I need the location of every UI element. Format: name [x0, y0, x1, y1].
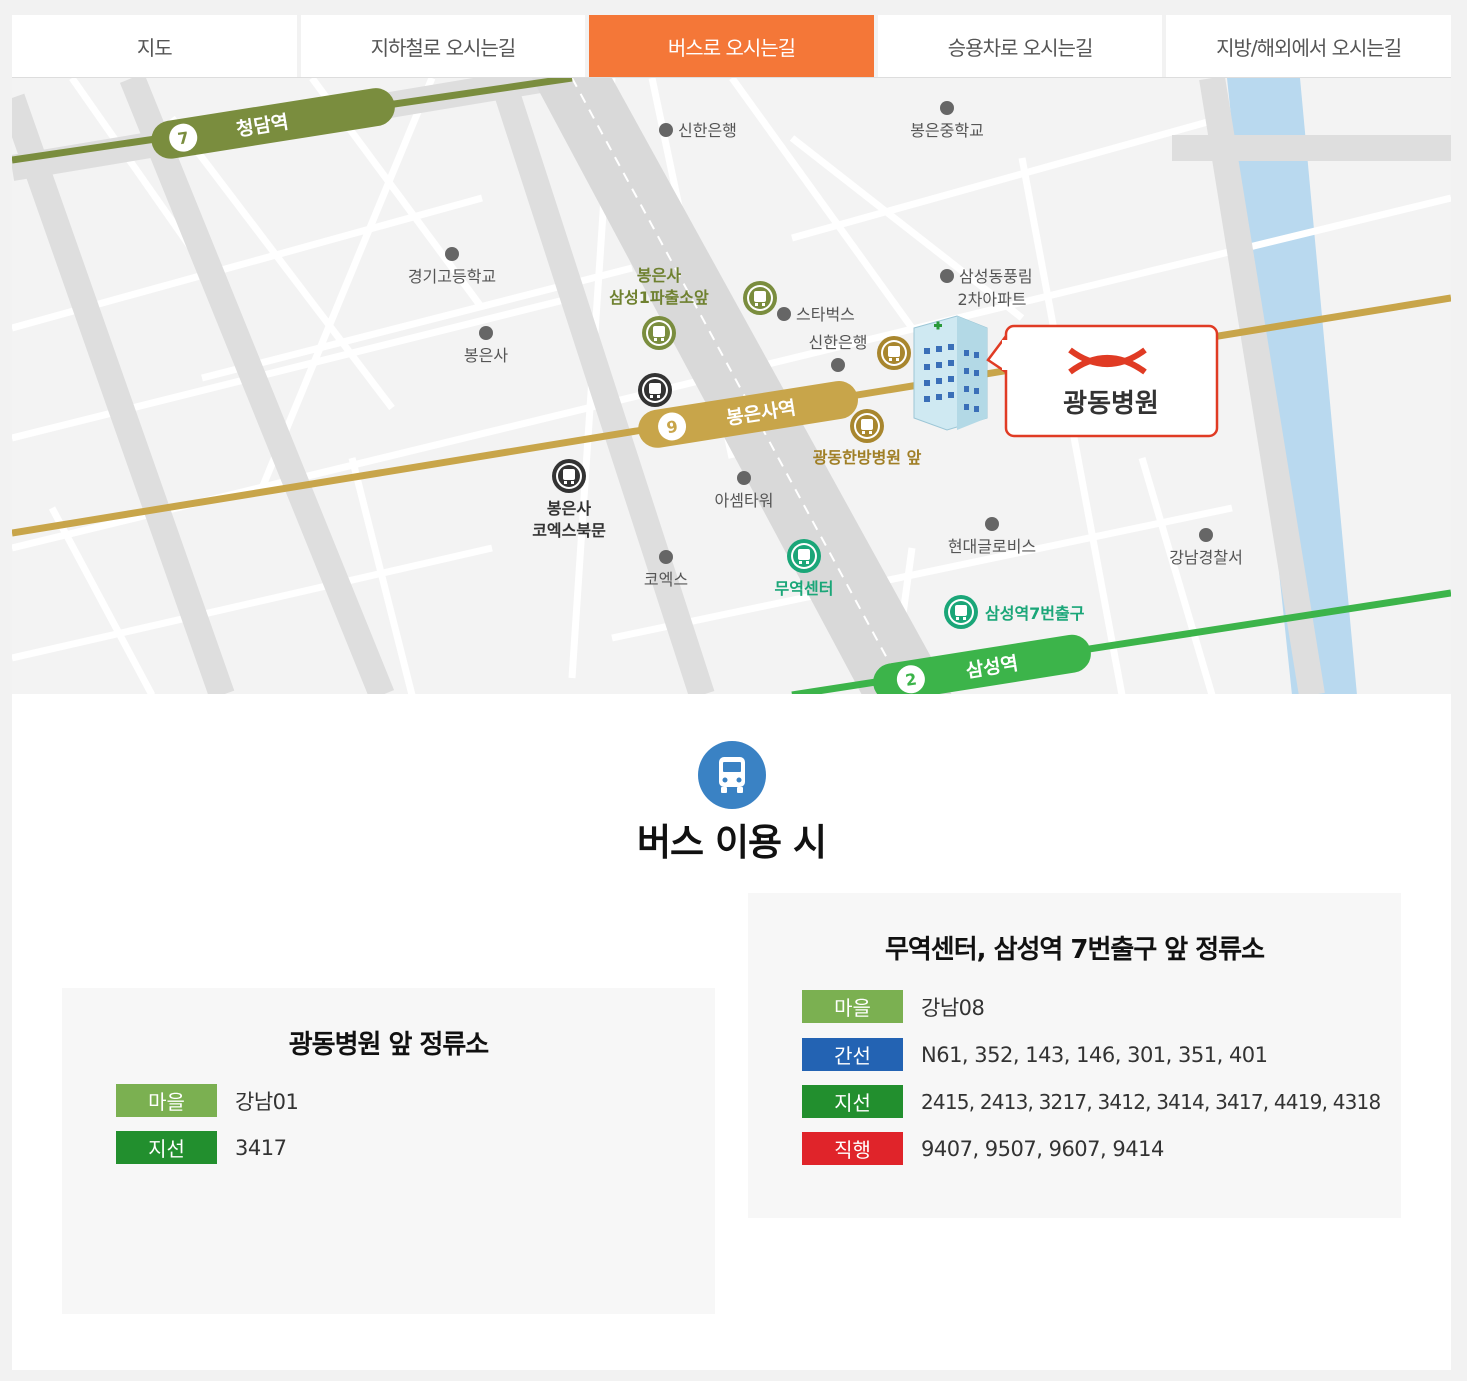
bus-stop-label: 무역센터 — [775, 579, 834, 598]
bus-stop-icon[interactable] — [642, 316, 676, 350]
poi-hyundai: 현대글로비스 — [948, 537, 1036, 556]
route-row: 지선 3417 — [116, 1131, 287, 1164]
hospital-callout[interactable]: 광동병원 — [986, 324, 1219, 438]
card-title: 광동병원 앞 정류소 — [288, 1030, 489, 1060]
route-numbers: 강남08 — [921, 995, 985, 1020]
hospital-building-icon — [913, 315, 988, 431]
tab-regional-overseas[interactable]: 지방/해외에서 오시는길 — [1166, 15, 1451, 77]
bus-icon — [698, 741, 766, 809]
bus-stop-label: 코엑스북문 — [532, 521, 606, 540]
poi-bongeunsa: 봉은사 — [464, 346, 508, 365]
bus-stop-label: 봉은사 — [547, 499, 591, 518]
poi-apartment-line1: 삼성동풍림 — [959, 267, 1033, 286]
route-numbers: 강남01 — [235, 1089, 299, 1114]
bus-stop-label: 삼성1파출소앞 — [609, 288, 709, 307]
poi-police: 강남경찰서 — [1169, 548, 1243, 567]
route-numbers: N61, 352, 143, 146, 301, 351, 401 — [921, 1042, 1268, 1067]
tab-subway[interactable]: 지하철로 오시는길 — [300, 15, 586, 77]
bus-stop-icon[interactable] — [877, 336, 911, 370]
bus-stop-label: 삼성역7번출구 — [985, 604, 1085, 623]
poi-gyeonggi-high: 경기고등학교 — [408, 267, 496, 286]
bus-stop-label: 광동한방병원 앞 — [813, 448, 922, 467]
route-type-badge: 직행 — [802, 1132, 903, 1165]
bus-stop-card-trade-center: 무역센터, 삼성역 7번출구 앞 정류소 마을 강남08 간선 N61, 352… — [748, 893, 1401, 1218]
route-type-badge: 간선 — [802, 1038, 903, 1071]
bus-stop-icon[interactable] — [552, 459, 586, 493]
tab-map[interactable]: 지도 — [12, 15, 297, 77]
route-numbers: 9407, 9507, 9607, 9414 — [921, 1136, 1164, 1161]
map-canvas: 7 청담역 9 봉은사역 2 삼성역 신한은행 봉은중학교 경기고등학교 봉은사… — [12, 78, 1451, 695]
poi-asem: 아셈타워 — [715, 491, 774, 510]
bus-stop-icon[interactable] — [743, 281, 777, 315]
tab-bar: 지도 지하철로 오시는길 버스로 오시는길 승용차로 오시는길 지방/해외에서 … — [12, 15, 1451, 77]
bus-stop-card-kwangdong: 광동병원 앞 정류소 마을 강남01 지선 3417 — [62, 988, 715, 1314]
hospital-name: 광동병원 — [1063, 389, 1159, 419]
route-row: 직행 9407, 9507, 9607, 9414 — [802, 1132, 1164, 1165]
location-map[interactable]: 7 청담역 9 봉은사역 2 삼성역 신한은행 봉은중학교 경기고등학교 봉은사… — [12, 77, 1451, 695]
route-type-badge: 마을 — [116, 1084, 217, 1117]
bus-stop-icon[interactable] — [944, 595, 978, 629]
route-type-badge: 마을 — [802, 990, 903, 1023]
bus-stop-icon[interactable] — [787, 539, 821, 573]
bus-stop-icon[interactable] — [850, 409, 884, 443]
route-type-badge: 지선 — [802, 1085, 903, 1118]
tab-car[interactable]: 승용차로 오시는길 — [877, 15, 1163, 77]
route-row: 마을 강남08 — [802, 990, 985, 1023]
tab-bus[interactable]: 버스로 오시는길 — [589, 15, 874, 77]
card-title: 무역센터, 삼성역 7번출구 앞 정류소 — [884, 935, 1265, 965]
route-numbers: 2415, 2413, 3217, 3412, 3414, 3417, 4419… — [921, 1089, 1381, 1114]
poi-shinhan-2: 신한은행 — [809, 333, 868, 352]
section-title: 버스 이용 시 — [637, 821, 827, 864]
poi-apartment-line2: 2차아파트 — [957, 290, 1026, 309]
bus-stop-label: 봉은사 — [637, 266, 681, 285]
poi-starbucks: 스타벅스 — [796, 305, 855, 324]
route-numbers: 3417 — [235, 1135, 287, 1160]
bus-stop-icon[interactable] — [638, 373, 672, 407]
bus-info-section: 버스 이용 시 광동병원 앞 정류소 마을 강남01 지선 3417 무역센터,… — [12, 694, 1451, 1370]
poi-coex: 코엑스 — [644, 570, 688, 589]
route-row: 간선 N61, 352, 143, 146, 301, 351, 401 — [802, 1038, 1268, 1071]
route-row: 마을 강남01 — [116, 1084, 299, 1117]
poi-shinhan: 신한은행 — [678, 121, 737, 140]
poi-bongeun-middle: 봉은중학교 — [910, 121, 984, 140]
route-type-badge: 지선 — [116, 1131, 217, 1164]
route-row: 지선 2415, 2413, 3217, 3412, 3414, 3417, 4… — [802, 1085, 1381, 1118]
